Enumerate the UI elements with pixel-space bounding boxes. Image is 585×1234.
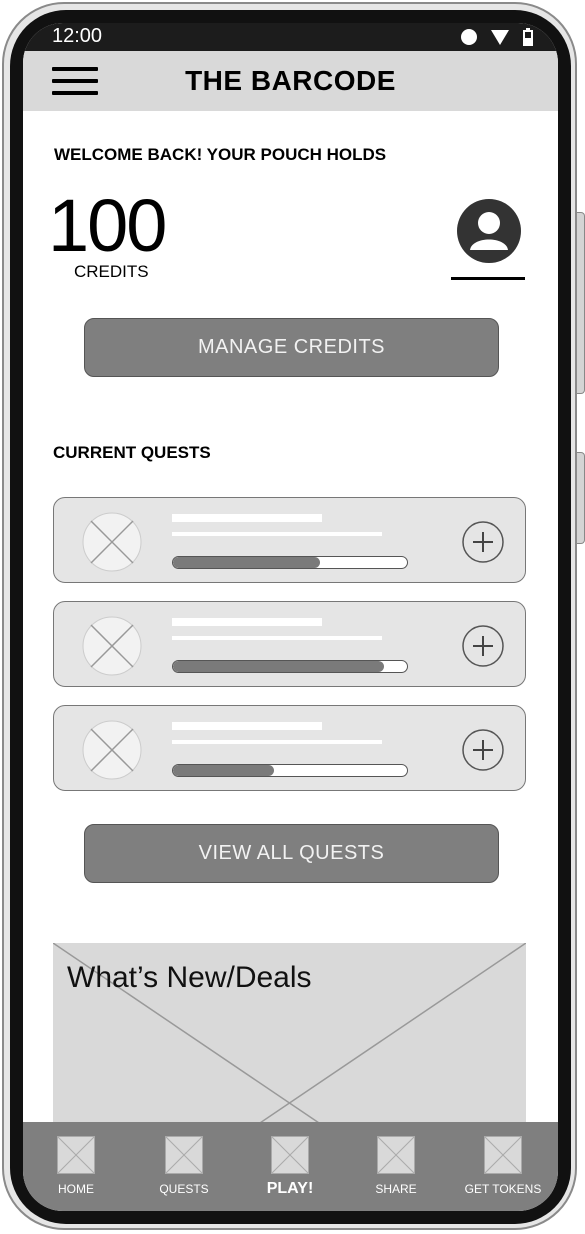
quest-title-placeholder: [172, 722, 322, 730]
quest-progress-fill: [173, 661, 384, 672]
nav-quests-label: QUESTS: [159, 1182, 209, 1196]
power-button: [577, 452, 585, 544]
avatar-underline: [451, 277, 525, 280]
nav-home[interactable]: HOME: [26, 1122, 126, 1211]
status-bar: 12:00: [23, 23, 558, 51]
quest-card[interactable]: [53, 497, 526, 583]
quest-progress-bar: [172, 556, 408, 569]
plus-icon[interactable]: [462, 625, 504, 667]
share-placeholder-icon: [377, 1136, 415, 1174]
quest-progress-fill: [173, 765, 274, 776]
phone-frame: 12:00 THE BARCODE WELCOME BACK! YOUR POU…: [0, 0, 585, 1234]
manage-credits-button[interactable]: MANAGE CREDITS: [84, 318, 499, 377]
view-all-quests-button[interactable]: VIEW ALL QUESTS: [84, 824, 499, 883]
app-screen: 12:00 THE BARCODE WELCOME BACK! YOUR POU…: [23, 23, 558, 1211]
nav-get-tokens[interactable]: GET TOKENS: [453, 1122, 553, 1211]
plus-icon[interactable]: [462, 521, 504, 563]
volume-button: [577, 212, 585, 394]
quest-title-placeholder: [172, 618, 322, 626]
nav-quests[interactable]: QUESTS: [134, 1122, 234, 1211]
quest-progress-fill: [173, 557, 321, 568]
image-placeholder-icon: [82, 512, 142, 572]
whats-new-banner[interactable]: What’s New/Deals: [53, 943, 526, 1143]
quest-card[interactable]: [53, 601, 526, 687]
current-quests-heading: CURRENT QUESTS: [53, 443, 211, 462]
plus-icon[interactable]: [462, 729, 504, 771]
nav-get-tokens-label: GET TOKENS: [464, 1182, 542, 1196]
play-placeholder-icon: [271, 1136, 309, 1174]
battery-icon: [523, 28, 533, 46]
credits-value: 100: [48, 184, 167, 267]
quest-progress-bar: [172, 764, 408, 777]
bottom-nav: HOME QUESTS PLAY! SHARE GET TOKENS: [23, 1122, 558, 1211]
circle-icon: [461, 29, 477, 45]
credits-label: CREDITS: [74, 262, 149, 281]
quest-subtitle-placeholder: [172, 740, 382, 744]
nav-share-label: SHARE: [375, 1182, 417, 1196]
whats-new-title: What’s New/Deals: [67, 961, 312, 994]
nav-play-label: PLAY!: [266, 1180, 314, 1197]
wifi-icon: [491, 30, 509, 45]
nav-home-label: HOME: [58, 1182, 94, 1196]
app-bar: THE BARCODE: [23, 51, 558, 111]
quest-subtitle-placeholder: [172, 532, 382, 536]
image-placeholder-icon: [82, 616, 142, 676]
quest-card[interactable]: [53, 705, 526, 791]
status-time: 12:00: [52, 25, 103, 47]
quest-progress-bar: [172, 660, 408, 673]
image-placeholder-icon: [82, 720, 142, 780]
quest-subtitle-placeholder: [172, 636, 382, 640]
user-avatar-icon[interactable]: [456, 198, 522, 264]
nav-share[interactable]: SHARE: [346, 1122, 446, 1211]
tokens-placeholder-icon: [484, 1136, 522, 1174]
quests-placeholder-icon: [165, 1136, 203, 1174]
app-title: THE BARCODE: [185, 65, 396, 96]
home-placeholder-icon: [57, 1136, 95, 1174]
quest-title-placeholder: [172, 514, 322, 522]
welcome-message: WELCOME BACK! YOUR POUCH HOLDS: [54, 145, 387, 164]
status-icons: [460, 28, 534, 46]
nav-play[interactable]: PLAY!: [240, 1122, 340, 1211]
